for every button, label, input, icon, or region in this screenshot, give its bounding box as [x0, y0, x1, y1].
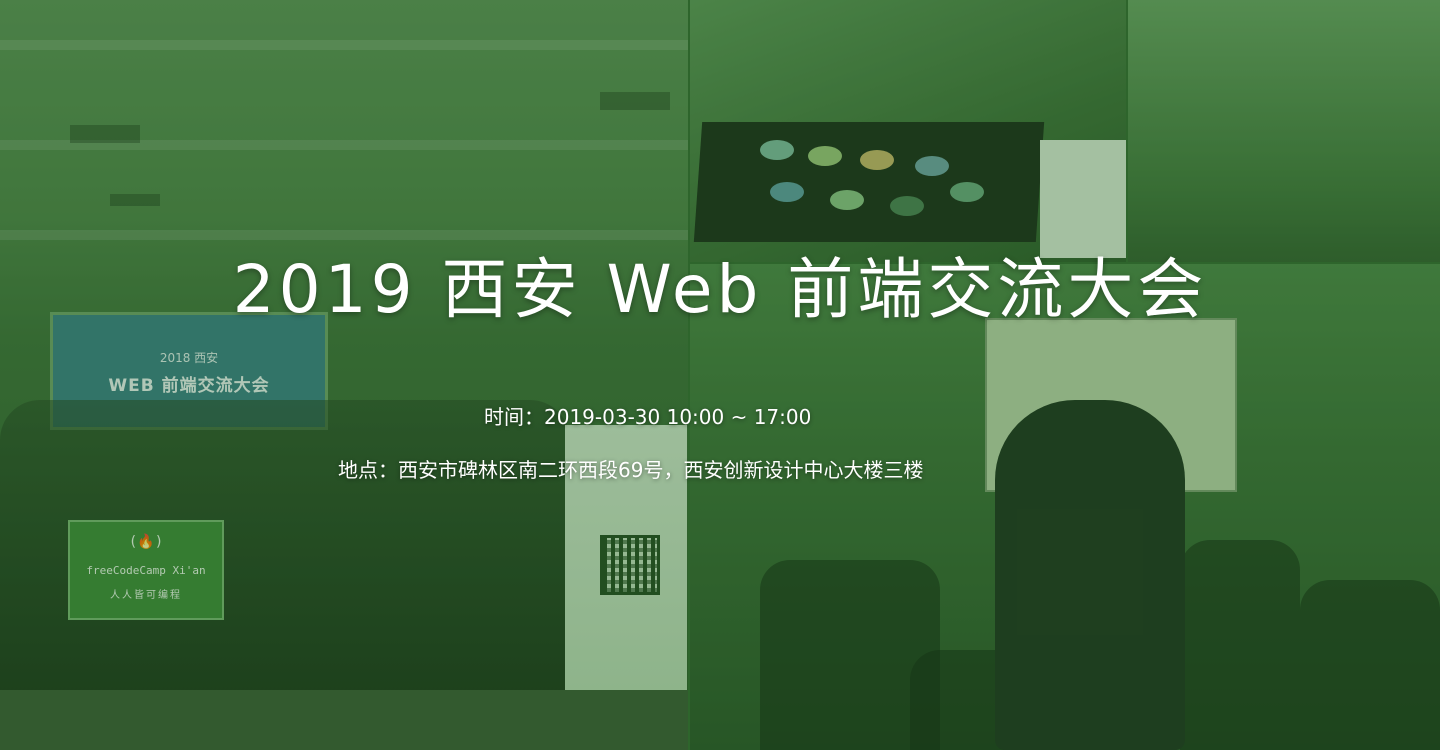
event-location: 地点：西安市碑林区南二环西段69号，西安创新设计中心大楼三楼 — [338, 455, 923, 485]
place-value: 西安市碑林区南二环西段69号，西安创新设计中心大楼三楼 — [398, 458, 924, 482]
event-time: 时间：2019-03-30 10:00 ~ 17:00 — [484, 402, 811, 432]
time-value: 2019-03-30 10:00 ~ 17:00 — [544, 405, 812, 429]
place-label: 地点： — [338, 458, 398, 482]
event-title: 2019 西安 Web 前端交流大会 — [232, 251, 1208, 328]
event-banner: 2018 西安 WEB 前端交流大会 (🔥) freeCodeCamp Xi'a… — [0, 0, 1440, 750]
green-tint-overlay — [0, 0, 1440, 750]
time-label: 时间： — [484, 405, 544, 429]
